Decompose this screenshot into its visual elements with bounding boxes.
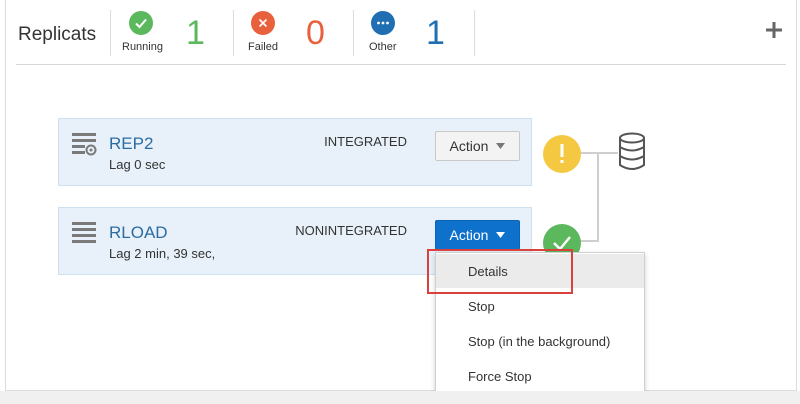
menu-item-force-stop[interactable]: Force Stop [436, 359, 644, 393]
action-button-label: Action [449, 138, 489, 154]
replicat-lag: Lag 2 min, 39 sec, [109, 246, 216, 261]
bottom-strip [0, 391, 800, 404]
menu-item-stop[interactable]: Stop [436, 289, 644, 323]
replicat-card-rep2[interactable]: REP2 Lag 0 sec INTEGRATED Action [58, 118, 532, 186]
ellipsis-icon [371, 11, 395, 35]
action-button[interactable]: Action [435, 220, 520, 250]
replicat-mode: INTEGRATED [324, 134, 407, 149]
connector-line [578, 240, 599, 242]
replicat-icon [71, 220, 97, 246]
other-count[interactable]: 1 [426, 14, 445, 52]
action-button-label: Action [449, 227, 489, 243]
replicat-lag: Lag 0 sec [109, 157, 166, 172]
running-label: Running [122, 41, 163, 53]
database-icon [617, 132, 647, 172]
divider [474, 10, 475, 56]
running-count[interactable]: 1 [186, 14, 205, 52]
replicats-panel: Replicats Running 1 Failed 0 Other 1 [5, 0, 797, 391]
divider [110, 10, 111, 56]
replicat-name-link[interactable]: RLOAD [109, 223, 168, 243]
replicat-name-link[interactable]: REP2 [109, 134, 153, 154]
chevron-down-icon [496, 232, 506, 238]
warning-icon [543, 135, 581, 173]
divider [233, 10, 234, 56]
plus-icon[interactable] [764, 20, 784, 40]
other-label: Other [369, 41, 397, 53]
page-title: Replicats [18, 24, 97, 45]
divider [353, 10, 354, 56]
integrated-replicat-icon [71, 131, 97, 157]
connector-line [597, 153, 599, 241]
chevron-down-icon [496, 143, 506, 149]
highlight-annotation [427, 249, 573, 294]
replicats-header: Replicats Running 1 Failed 0 Other 1 [16, 0, 786, 65]
check-icon [129, 11, 153, 35]
failed-count[interactable]: 0 [306, 14, 325, 52]
close-icon [251, 11, 275, 35]
failed-label: Failed [248, 41, 278, 53]
menu-item-stop-background[interactable]: Stop (in the background) [436, 324, 644, 358]
action-button[interactable]: Action [435, 131, 520, 161]
connector-line [580, 152, 618, 154]
replicat-mode: NONINTEGRATED [295, 223, 407, 238]
